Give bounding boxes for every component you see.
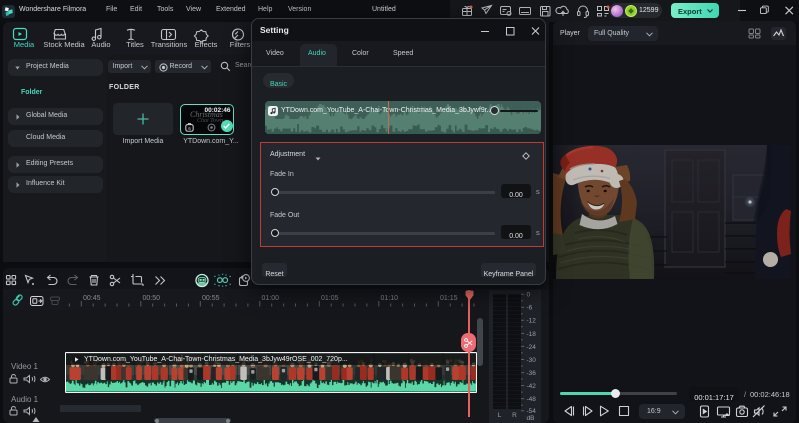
svg-text:00:45: 00:45 xyxy=(83,295,101,302)
svg-text:6: 6 xyxy=(188,126,191,131)
svg-text:-48: -48 xyxy=(527,396,537,403)
svg-text:0: 0 xyxy=(527,292,531,299)
svg-text:01:15: 01:15 xyxy=(440,295,458,302)
svg-text:01:05: 01:05 xyxy=(321,295,339,302)
svg-text:01:10: 01:10 xyxy=(381,295,399,302)
svg-text:-24: -24 xyxy=(527,344,537,351)
svg-text:-36: -36 xyxy=(527,370,537,377)
svg-text:-42: -42 xyxy=(527,383,537,390)
svg-text:-6: -6 xyxy=(527,305,533,312)
svg-text:00:55: 00:55 xyxy=(202,295,220,302)
svg-text:-30: -30 xyxy=(527,357,537,364)
svg-text:01:00: 01:00 xyxy=(262,295,280,302)
svg-text:00:50: 00:50 xyxy=(143,295,161,302)
svg-text:-18: -18 xyxy=(527,331,537,338)
svg-text:dB: dB xyxy=(527,415,535,422)
svg-text:-12: -12 xyxy=(527,318,537,325)
